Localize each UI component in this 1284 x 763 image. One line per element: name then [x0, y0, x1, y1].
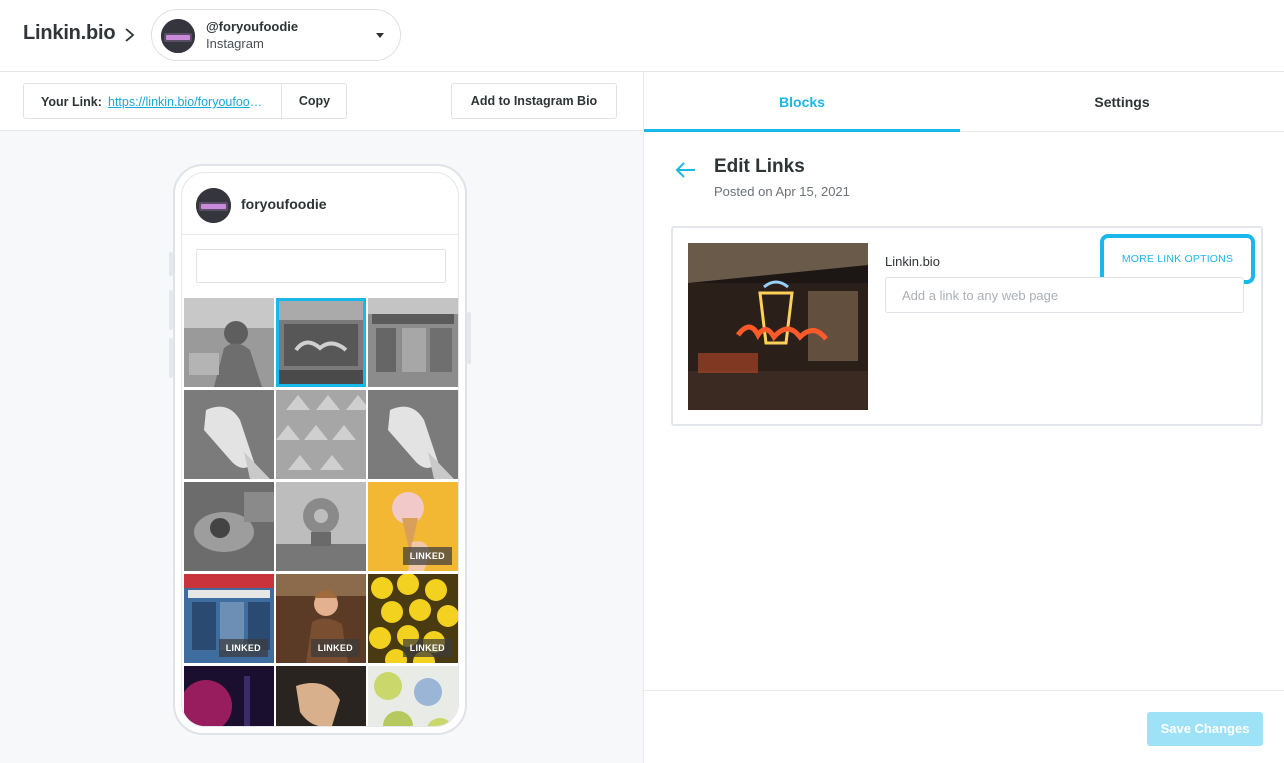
- phone-side-button: [169, 252, 173, 276]
- phone-preview: foryoufoodie LINKED LINKED LINKED LINKED: [169, 164, 471, 735]
- post-tile[interactable]: [276, 666, 366, 726]
- linked-badge: LINKED: [402, 547, 452, 565]
- link-source-label: Linkin.bio: [885, 254, 940, 269]
- arrow-left-icon[interactable]: [675, 161, 697, 179]
- your-link-label: Your Link:: [41, 95, 102, 109]
- phone-side-button: [169, 290, 173, 330]
- chevron-right-icon: [125, 28, 135, 42]
- post-tile[interactable]: [368, 390, 458, 479]
- brand-title[interactable]: Linkin.bio: [23, 22, 116, 45]
- linked-badge: LINKED: [310, 639, 360, 657]
- tab-bar: Blocks Settings: [644, 72, 1284, 132]
- post-tile-linked[interactable]: LINKED: [184, 574, 274, 663]
- post-tile[interactable]: [184, 390, 274, 479]
- phone-search-input[interactable]: [196, 249, 446, 283]
- post-tile-selected[interactable]: [276, 298, 366, 387]
- post-tile-linked[interactable]: LINKED: [368, 482, 458, 571]
- phone-screen: foryoufoodie LINKED LINKED LINKED LINKED: [181, 172, 459, 727]
- tab-settings[interactable]: Settings: [964, 72, 1280, 132]
- post-grid: LINKED LINKED LINKED LINKED: [184, 298, 458, 726]
- top-bar: Linkin.bio @foryoufoodie Instagram: [0, 0, 1284, 72]
- account-selector[interactable]: @foryoufoodie Instagram: [151, 9, 401, 61]
- editor-panel: Blocks Settings Edit Links Posted on Apr…: [644, 72, 1284, 763]
- add-to-instagram-bio-button[interactable]: Add to Instagram Bio: [451, 83, 617, 119]
- tab-blocks[interactable]: Blocks: [644, 72, 960, 132]
- copy-button[interactable]: Copy: [281, 84, 347, 118]
- your-link-box: Your Link: https://linkin.bio/foryoufood…: [23, 83, 347, 119]
- account-network: Instagram: [206, 36, 264, 51]
- post-tile[interactable]: [368, 298, 458, 387]
- posted-date: Posted on Apr 15, 2021: [714, 184, 850, 199]
- post-tile-linked[interactable]: LINKED: [276, 574, 366, 663]
- page-title: Edit Links: [714, 156, 805, 177]
- post-tile[interactable]: [276, 482, 366, 571]
- post-tile[interactable]: [276, 390, 366, 479]
- post-tile[interactable]: [184, 666, 274, 726]
- post-tile[interactable]: [184, 482, 274, 571]
- phone-side-button: [169, 338, 173, 378]
- save-changes-button[interactable]: Save Changes: [1147, 712, 1263, 746]
- caret-down-icon: [376, 33, 384, 38]
- profile-avatar: [196, 188, 231, 223]
- linked-badge: LINKED: [402, 639, 452, 657]
- account-handle: @foryoufoodie: [206, 19, 299, 34]
- editor-footer: Save Changes: [644, 690, 1284, 763]
- post-thumbnail: [688, 243, 868, 410]
- phone-side-button: [467, 312, 471, 364]
- account-avatar: [161, 19, 195, 53]
- your-link-url[interactable]: https://linkin.bio/foryoufoodie: [108, 95, 264, 109]
- preview-panel: Your Link: https://linkin.bio/foryoufood…: [0, 72, 644, 763]
- link-bar: Your Link: https://linkin.bio/foryoufood…: [0, 72, 643, 131]
- post-tile[interactable]: [184, 298, 274, 387]
- post-tile-linked[interactable]: LINKED: [368, 574, 458, 663]
- linked-badge: LINKED: [218, 639, 268, 657]
- link-card: Linkin.bio MORE LINK OPTIONS: [671, 226, 1263, 426]
- profile-header: foryoufoodie: [182, 173, 458, 235]
- profile-name: foryoufoodie: [241, 196, 327, 212]
- post-tile[interactable]: [368, 666, 458, 726]
- link-url-input[interactable]: [885, 277, 1244, 313]
